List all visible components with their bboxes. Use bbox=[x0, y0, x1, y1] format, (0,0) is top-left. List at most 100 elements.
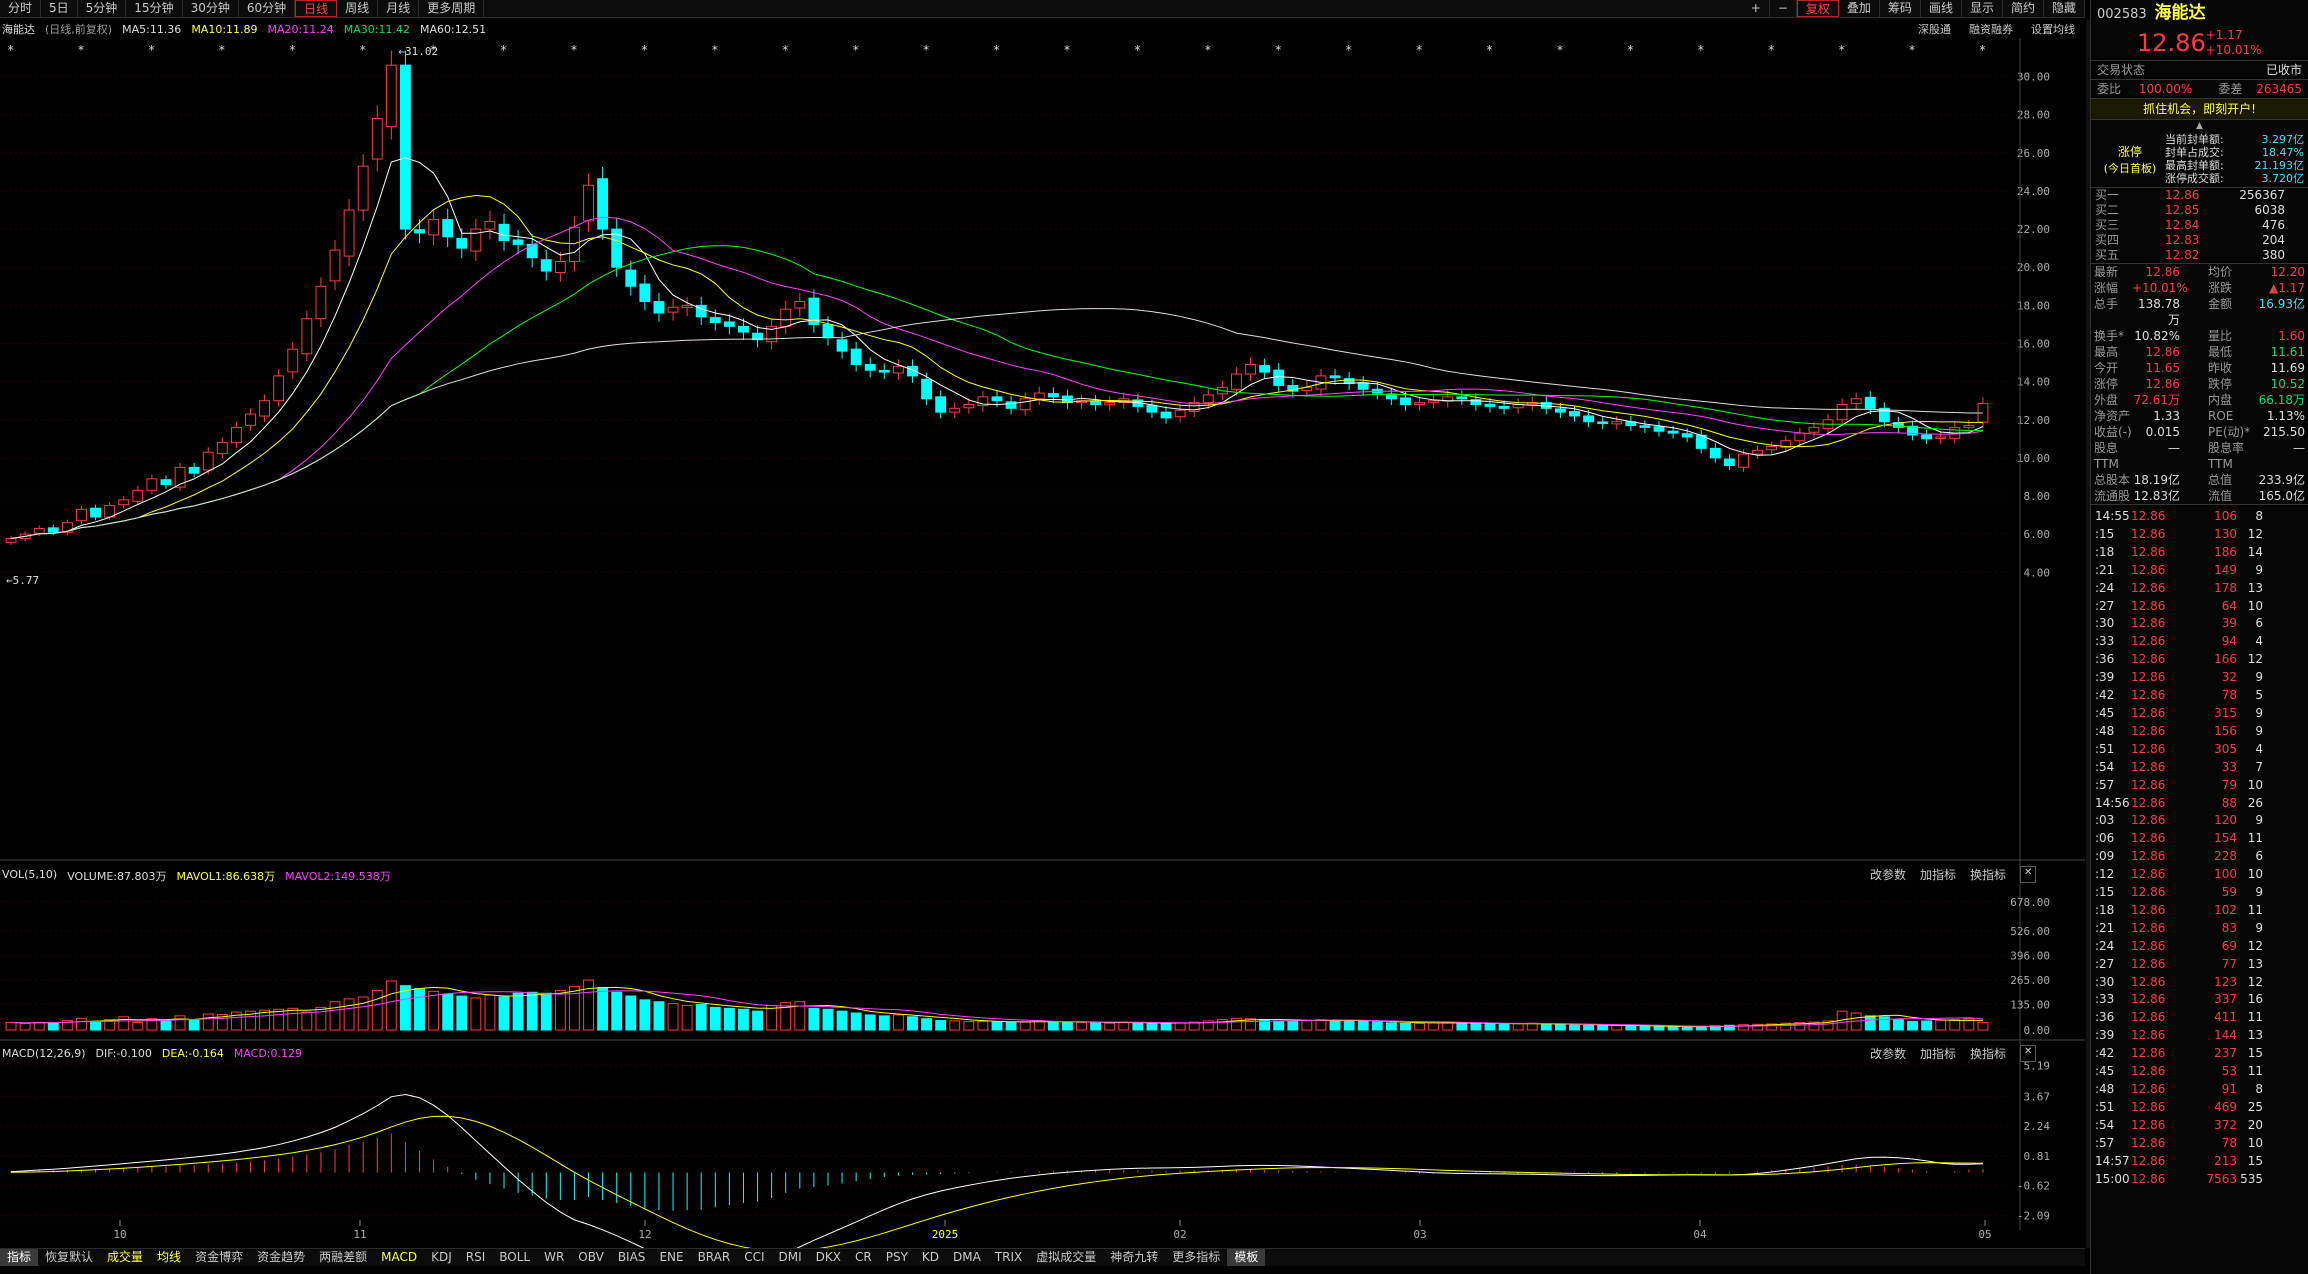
open-account-ad[interactable]: 抓住机会，即刻开户! bbox=[2143, 99, 2256, 119]
vol-tool-0[interactable]: 改参数 bbox=[1870, 866, 1906, 883]
volume-bar bbox=[160, 1020, 172, 1031]
indicator-tab-16[interactable]: CCI bbox=[737, 1249, 771, 1266]
indicator-tab-20[interactable]: PSY bbox=[879, 1249, 915, 1266]
tick-time: :39 bbox=[2095, 1028, 2115, 1043]
candle-body bbox=[259, 400, 271, 417]
candle-body bbox=[709, 317, 721, 324]
indicator-tab-12[interactable]: OBV bbox=[571, 1249, 611, 1266]
volume-bar bbox=[399, 985, 411, 1031]
period-tab-8[interactable]: 月线 bbox=[378, 0, 420, 17]
toolbar-btn-0[interactable]: + bbox=[1743, 0, 1770, 17]
indicator-tab-26[interactable]: 更多指标 bbox=[1165, 1249, 1227, 1266]
indicator-tab-11[interactable]: WR bbox=[537, 1249, 571, 1266]
event-marker: * bbox=[852, 43, 859, 57]
macd-close-icon[interactable]: ✕ bbox=[2020, 1045, 2037, 1062]
indicator-tab-13[interactable]: BIAS bbox=[611, 1249, 653, 1266]
indicator-tab-17[interactable]: DMI bbox=[772, 1249, 809, 1266]
period-tab-5[interactable]: 60分钟 bbox=[239, 0, 296, 17]
indicator-tab-27[interactable]: 模板 bbox=[1227, 1249, 1266, 1266]
period-tab-7[interactable]: 周线 bbox=[337, 0, 379, 17]
tick-volume: 186 bbox=[2214, 544, 2237, 559]
indicator-tab-0[interactable]: 指标 bbox=[0, 1249, 39, 1266]
indicator-tab-10[interactable]: BOLL bbox=[492, 1249, 537, 1266]
candle-body bbox=[1864, 396, 1876, 409]
toolbar-btn-1[interactable]: − bbox=[1770, 0, 1797, 17]
quote-panel: 002583 海能达 12.86 +1.17 +10.01% 交易状态 已收市 委… bbox=[2090, 0, 2308, 1274]
period-tab-4[interactable]: 30分钟 bbox=[183, 0, 239, 17]
toolbar-btn-6[interactable]: 显示 bbox=[1962, 0, 2003, 17]
period-tab-6[interactable]: 日线 bbox=[295, 0, 338, 17]
indicator-tab-4[interactable]: 资金博弈 bbox=[188, 1249, 250, 1266]
stat-value: — bbox=[2168, 441, 2180, 455]
info-link-0[interactable]: 深股通 bbox=[1918, 21, 1951, 37]
volume-bar bbox=[1301, 1020, 1313, 1031]
indicator-tab-7[interactable]: MACD bbox=[374, 1249, 424, 1266]
macd-tool-2[interactable]: 换指标 bbox=[1970, 1045, 2006, 1062]
vol-close-icon[interactable]: ✕ bbox=[2020, 866, 2037, 883]
toolbar-btn-5[interactable]: 画线 bbox=[1921, 0, 1962, 17]
indicator-tab-1[interactable]: 恢复默认 bbox=[38, 1249, 100, 1266]
stat-gap bbox=[2180, 328, 2208, 344]
tick-volume: 83 bbox=[2221, 920, 2237, 935]
candle-body bbox=[1498, 405, 1510, 409]
toolbar-btn-3[interactable]: 叠加 bbox=[1839, 0, 1880, 17]
stat-gap bbox=[2180, 296, 2208, 328]
indicator-tab-18[interactable]: DKX bbox=[809, 1249, 848, 1266]
indicator-tab-2[interactable]: 成交量 bbox=[100, 1249, 150, 1266]
period-label: (日线,前复权) bbox=[45, 23, 113, 36]
period-tab-9[interactable]: 更多周期 bbox=[419, 0, 485, 17]
indicator-tab-15[interactable]: BRAR bbox=[691, 1249, 738, 1266]
stat-value: — bbox=[2293, 441, 2305, 455]
tick-volume: 178 bbox=[2214, 580, 2237, 595]
info-link-1[interactable]: 融资融券 bbox=[1969, 21, 2013, 37]
candle-body bbox=[949, 407, 961, 413]
period-tab-3[interactable]: 15分钟 bbox=[126, 0, 183, 17]
candle-body bbox=[921, 378, 933, 400]
indicator-tab-9[interactable]: RSI bbox=[459, 1249, 493, 1266]
indicator-tab-6[interactable]: 两融差额 bbox=[312, 1249, 374, 1266]
toolbar-btn-7[interactable]: 简约 bbox=[2003, 0, 2044, 17]
tick-volume: 154 bbox=[2214, 831, 2237, 846]
indicator-tab-19[interactable]: CR bbox=[848, 1249, 879, 1266]
collapse-icon[interactable]: ▲ bbox=[2091, 119, 2308, 131]
toolbar-btn-2[interactable]: 复权 bbox=[1796, 0, 1839, 17]
indicator-tab-8[interactable]: KDJ bbox=[424, 1249, 459, 1266]
tick-count: 4 bbox=[2255, 741, 2263, 756]
macd-tool-0[interactable]: 改参数 bbox=[1870, 1045, 1906, 1062]
toolbar-btn-4[interactable]: 筹码 bbox=[1880, 0, 1921, 17]
tick-count: 11 bbox=[2247, 1010, 2263, 1025]
volume-bar bbox=[1287, 1021, 1299, 1031]
indicator-tab-5[interactable]: 资金趋势 bbox=[250, 1249, 312, 1266]
period-tab-1[interactable]: 5日 bbox=[41, 0, 78, 17]
indicator-tab-22[interactable]: DMA bbox=[946, 1249, 988, 1266]
tick-volume: 100 bbox=[2214, 867, 2237, 882]
indicator-tab-21[interactable]: KD bbox=[915, 1249, 946, 1266]
indicator-tab-24[interactable]: 虚拟成交量 bbox=[1029, 1249, 1103, 1266]
vol-tool-1[interactable]: 加指标 bbox=[1920, 866, 1956, 883]
info-link-2[interactable]: 设置均线 bbox=[2031, 21, 2075, 37]
volume-bar bbox=[963, 1021, 975, 1031]
candlestick-chart[interactable]: 30.00 28.00 26.00 24.00 22.00 20.00 18.00 16.00… bbox=[0, 38, 2085, 1248]
tick-count: 14 bbox=[2247, 544, 2263, 559]
toolbar-btn-8[interactable]: 隐藏 bbox=[2044, 0, 2085, 17]
low-annotation: ←5.77 bbox=[6, 574, 39, 587]
candle-body bbox=[597, 178, 609, 230]
macd-tool-1[interactable]: 加指标 bbox=[1920, 1045, 1956, 1062]
indicator-tab-14[interactable]: ENE bbox=[652, 1249, 690, 1266]
period-tab-2[interactable]: 5分钟 bbox=[78, 0, 127, 17]
candle-body bbox=[273, 375, 285, 402]
indicator-tab-23[interactable]: TRIX bbox=[988, 1249, 1029, 1266]
period-tab-0[interactable]: 分时 bbox=[0, 0, 42, 17]
tick-count: 535 bbox=[2240, 1171, 2263, 1186]
volume-bar bbox=[1428, 1022, 1440, 1031]
tick-price: 12.86 bbox=[2131, 1135, 2166, 1150]
vol-tool-2[interactable]: 换指标 bbox=[1970, 866, 2006, 883]
price-tick: 14.00 bbox=[2017, 376, 2050, 389]
limit-row-value: 21.193亿 bbox=[2254, 159, 2305, 172]
candle-body bbox=[1160, 411, 1172, 419]
stat-value: 12.86 bbox=[2145, 377, 2180, 391]
status-label: 交易状态 bbox=[2097, 63, 2146, 77]
candle-body bbox=[794, 301, 806, 309]
indicator-tab-3[interactable]: 均线 bbox=[150, 1249, 188, 1266]
indicator-tab-25[interactable]: 神奇九转 bbox=[1103, 1249, 1165, 1266]
